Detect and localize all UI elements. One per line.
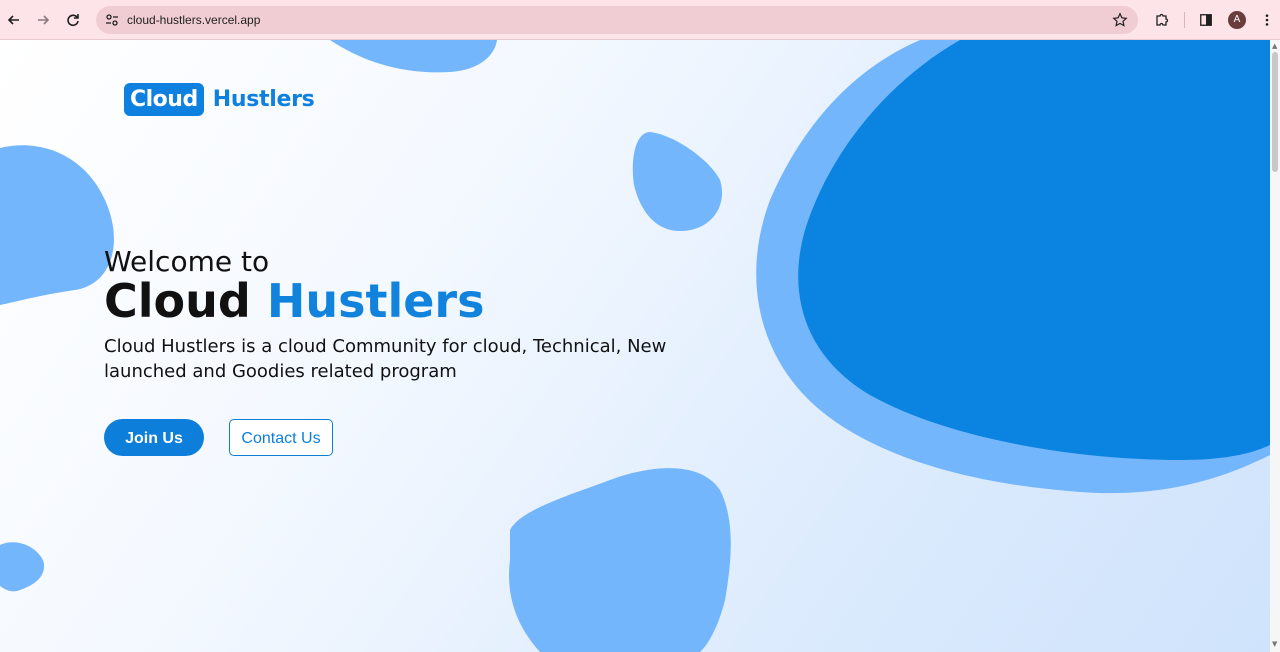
blob-small-mid	[632, 132, 723, 232]
blob-bottom-mid	[509, 468, 731, 652]
hero-title-part2: Hustlers	[266, 274, 485, 328]
page-viewport: Cloud Hustlers Welcome to Cloud Hustlers…	[0, 40, 1270, 652]
reload-button[interactable]	[61, 8, 85, 32]
puzzle-icon	[1156, 13, 1169, 26]
star-icon[interactable]	[1112, 12, 1128, 28]
profile-avatar[interactable]: A	[1228, 11, 1246, 29]
blob-left	[0, 145, 114, 305]
address-bar[interactable]: cloud-hustlers.vercel.app	[96, 6, 1138, 34]
side-panel-button[interactable]	[1196, 10, 1216, 30]
join-us-button[interactable]: Join Us	[104, 419, 204, 456]
hero-title: Cloud Hustlers	[104, 274, 484, 328]
blob-top	[330, 40, 497, 73]
hero-description: Cloud Hustlers is a cloud Community for …	[104, 336, 667, 382]
browser-toolbar: cloud-hustlers.vercel.app A	[0, 0, 1280, 40]
blob-bottom-left	[0, 542, 45, 592]
logo-hustlers-text: Hustlers	[212, 86, 315, 112]
contact-us-button[interactable]: Contact Us	[229, 419, 333, 456]
scroll-down-arrow-icon[interactable]: ▼	[1272, 640, 1277, 648]
reload-icon	[67, 14, 79, 27]
site-logo[interactable]: Cloud Hustlers	[124, 82, 315, 116]
back-button[interactable]	[2, 8, 26, 32]
forward-button[interactable]	[31, 8, 55, 32]
hero-title-part1: Cloud	[104, 274, 251, 328]
back-arrow-icon	[7, 15, 19, 25]
scroll-up-arrow-icon[interactable]: ▲	[1272, 42, 1277, 50]
browser-menu-button[interactable]	[1257, 10, 1277, 30]
site-settings-icon[interactable]	[104, 12, 120, 28]
forward-arrow-icon	[38, 15, 50, 25]
side-panel-icon	[1200, 14, 1212, 26]
scrollbar-thumb[interactable]	[1272, 52, 1278, 172]
url-text[interactable]: cloud-hustlers.vercel.app	[127, 12, 260, 28]
toolbar-separator	[1184, 12, 1185, 28]
extensions-button[interactable]	[1152, 10, 1172, 30]
logo-cloud-text: Cloud	[124, 82, 204, 116]
kebab-menu-icon	[1265, 14, 1269, 26]
